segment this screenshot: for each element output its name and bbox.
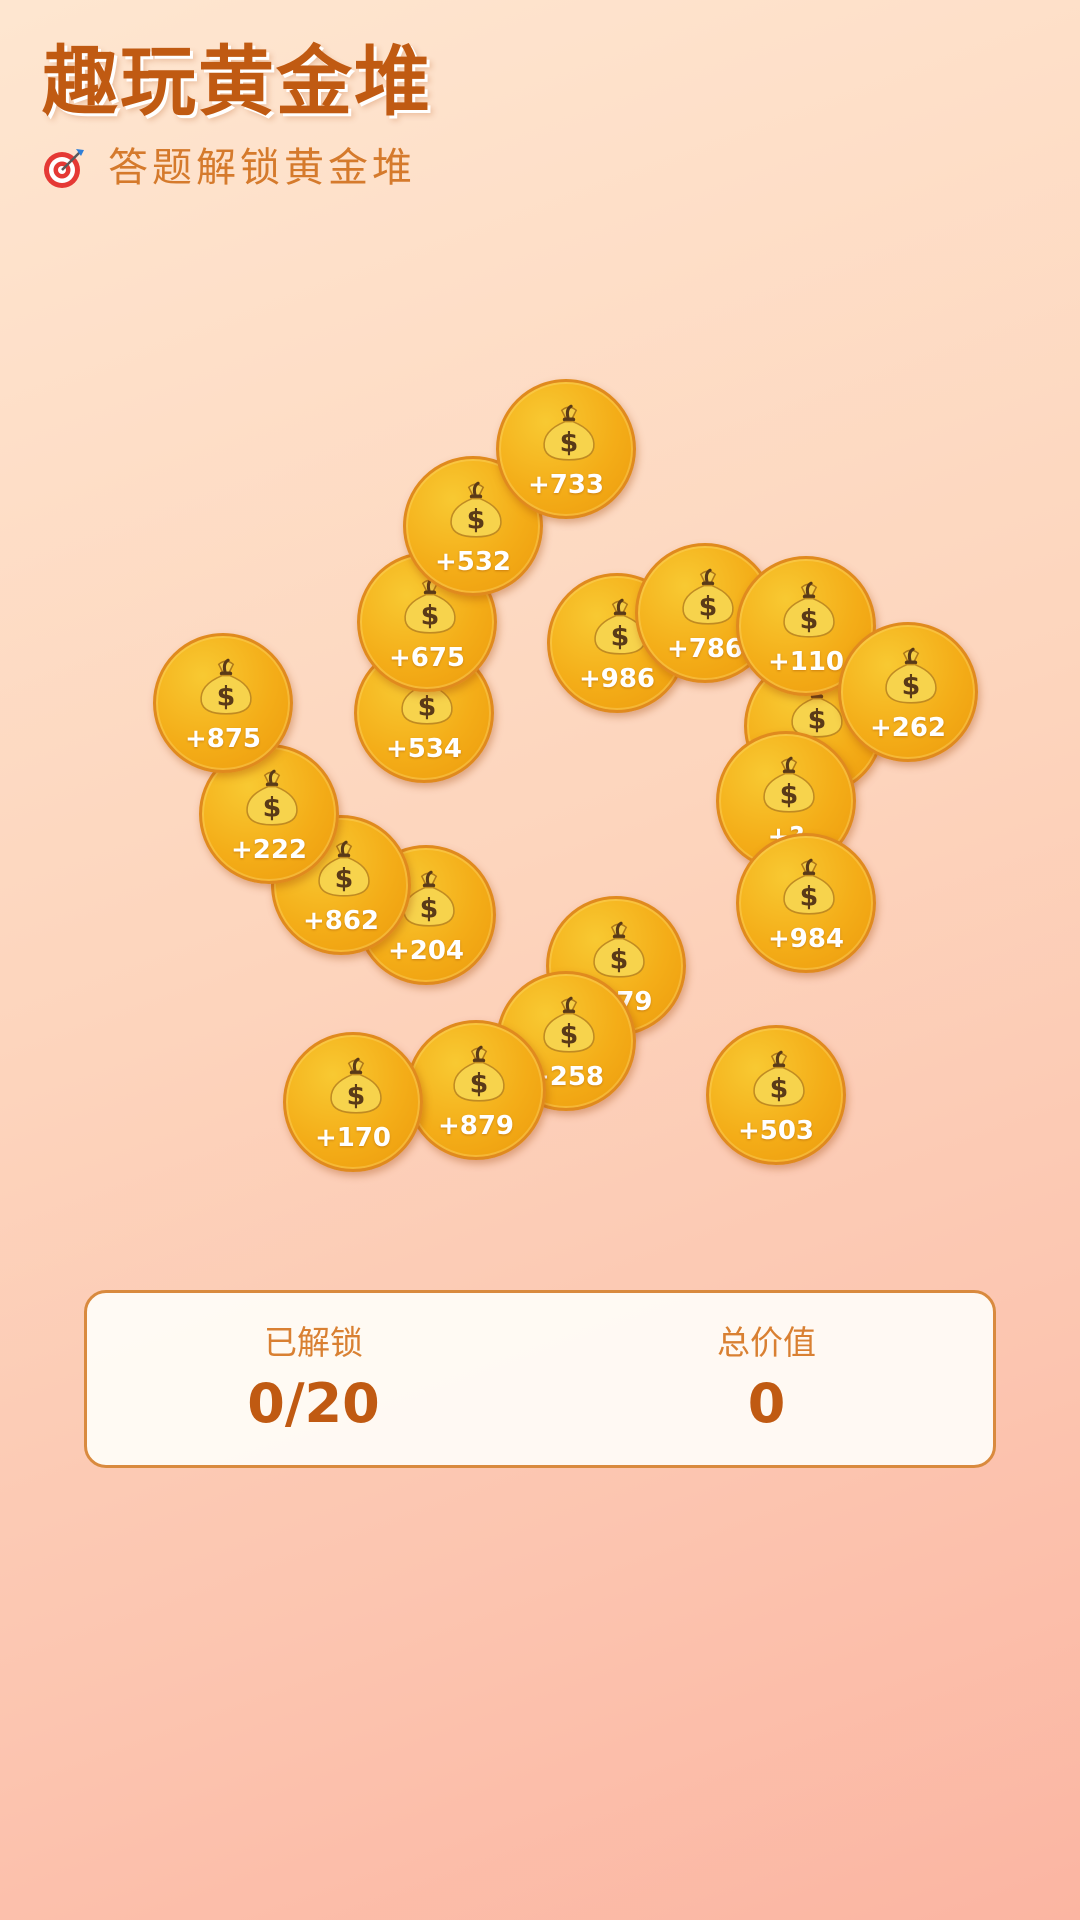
total-value-label: 总价值 <box>717 1323 816 1362</box>
svg-text:$: $ <box>800 605 819 636</box>
svg-text:$: $ <box>470 1069 489 1100</box>
money-bag-icon: $ <box>246 769 298 826</box>
gold-coin[interactable]: $ +875 <box>153 633 293 773</box>
money-bag-icon: $ <box>783 581 835 638</box>
gold-coin[interactable]: $ +733 <box>496 379 636 519</box>
gold-pile: $ +? $ +? $ +?79 $ +258 $ +879 $ +170 $ … <box>0 0 1080 1240</box>
svg-text:$: $ <box>610 945 629 976</box>
svg-text:$: $ <box>800 882 819 913</box>
gold-coin[interactable]: $ +170 <box>283 1032 423 1172</box>
money-bag-icon: $ <box>763 756 815 813</box>
svg-text:$: $ <box>770 1074 789 1105</box>
coin-value: +170 <box>314 1123 392 1153</box>
svg-text:$: $ <box>808 705 827 736</box>
svg-text:$: $ <box>560 428 579 459</box>
money-bag-icon: $ <box>593 921 645 978</box>
svg-text:$: $ <box>902 671 921 702</box>
money-bag-icon: $ <box>783 858 835 915</box>
unlocked-count: 0/20 <box>247 1371 380 1435</box>
svg-text:$: $ <box>611 622 630 653</box>
money-bag-icon: $ <box>200 658 252 715</box>
coin-value: +222 <box>230 835 308 865</box>
svg-text:$: $ <box>263 793 282 824</box>
svg-text:$: $ <box>699 592 718 623</box>
svg-text:$: $ <box>560 1020 579 1051</box>
svg-text:$: $ <box>467 505 486 536</box>
svg-text:$: $ <box>421 601 440 632</box>
money-bag-icon: $ <box>753 1050 805 1107</box>
unlocked-label: 已解锁 <box>264 1323 363 1362</box>
coin-value: +733 <box>527 470 605 500</box>
coin-value: +503 <box>737 1116 815 1146</box>
coin-value: +984 <box>767 924 845 954</box>
coin-value: +262 <box>869 713 947 743</box>
coin-value: +875 <box>184 724 262 754</box>
total-value-stat: 总价值 0 <box>540 1293 993 1465</box>
coin-value: +862 <box>302 906 380 936</box>
gold-coin[interactable]: $ +503 <box>706 1025 846 1165</box>
total-value: 0 <box>747 1371 786 1435</box>
gold-coin[interactable]: $ +262 <box>838 622 978 762</box>
money-bag-icon: $ <box>885 647 937 704</box>
money-bag-icon: $ <box>682 568 734 625</box>
gold-coin[interactable]: $ +984 <box>736 833 876 973</box>
svg-text:$: $ <box>335 864 354 895</box>
coin-value: +675 <box>388 643 466 673</box>
money-bag-icon: $ <box>453 1045 505 1102</box>
svg-text:$: $ <box>780 780 799 811</box>
money-bag-icon: $ <box>543 996 595 1053</box>
svg-text:$: $ <box>217 682 236 713</box>
stats-panel: 已解锁 0/20 总价值 0 <box>84 1290 996 1468</box>
coin-value: +532 <box>434 547 512 577</box>
svg-text:$: $ <box>420 894 439 925</box>
coin-value: +879 <box>437 1111 515 1141</box>
coin-value: +534 <box>385 734 463 764</box>
money-bag-icon: $ <box>330 1057 382 1114</box>
unlocked-stat: 已解锁 0/20 <box>87 1293 540 1465</box>
svg-text:$: $ <box>418 692 437 723</box>
gold-coin[interactable]: $ +879 <box>406 1020 546 1160</box>
money-bag-icon: $ <box>543 404 595 461</box>
svg-text:$: $ <box>347 1081 366 1112</box>
